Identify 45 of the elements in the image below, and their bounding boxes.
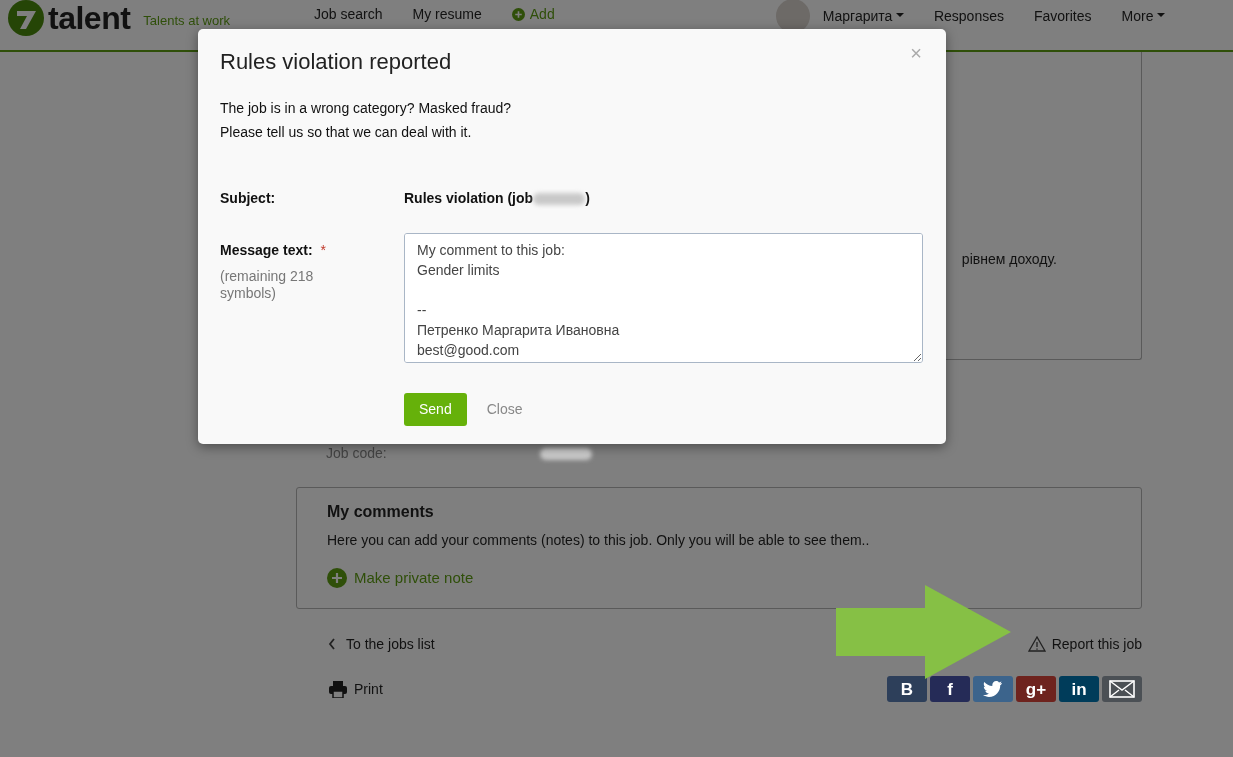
- chevron-left-icon: [328, 638, 336, 651]
- description-text: рівнем доходу.: [961, 250, 1057, 269]
- intro-text: Please tell us so that we can deal with it.: [220, 123, 473, 143]
- tagline: Talents at work: [143, 13, 231, 27]
- plus-icon: [327, 568, 347, 589]
- nav-link[interactable]: My resume: [412, 7, 482, 21]
- intro-text: The job is in a wrong category? Masked fraud?: [220, 99, 513, 119]
- job-code-label: Job code:: [326, 444, 388, 463]
- add-link[interactable]: Add: [511, 7, 555, 21]
- warning-icon: [1027, 636, 1046, 653]
- share-button[interactable]: in: [1059, 676, 1099, 703]
- modal-title: Rules violation reported: [220, 49, 452, 76]
- close-link[interactable]: Close: [476, 393, 533, 427]
- nav-link[interactable]: Favorites: [1033, 9, 1092, 23]
- comments-description: Here you can add your comments (notes) to this job. Only you will be able to see them..: [327, 531, 871, 550]
- nav-link[interactable]: Responses: [933, 9, 1004, 23]
- send-button[interactable]: Send: [404, 393, 467, 427]
- plus-icon: [511, 7, 525, 21]
- message-field[interactable]: My comment to this job: Gender limits -- Петренко Маргарита Ивановна best@good.com: [404, 233, 923, 364]
- envelope-icon: [1109, 680, 1135, 699]
- subject-value: Rules violation (job: [404, 189, 534, 209]
- comments-title: My comments: [327, 502, 435, 522]
- logo-icon[interactable]: [8, 0, 44, 36]
- share-button[interactable]: [973, 676, 1013, 703]
- blurred-value: [533, 192, 586, 205]
- print-link[interactable]: Print: [329, 680, 383, 698]
- subject-label: Subject:: [220, 189, 277, 209]
- private-note-link[interactable]: Make private note: [327, 567, 474, 590]
- remaining-count: (remaining 218 symbols): [220, 268, 315, 303]
- back-link[interactable]: To the jobs list: [328, 637, 435, 652]
- user-menu[interactable]: Маргарита: [822, 9, 904, 23]
- more-menu[interactable]: More: [1121, 9, 1165, 23]
- printer-icon: [329, 680, 347, 698]
- subject-suffix: ): [585, 189, 590, 209]
- share-button[interactable]: g+: [1016, 676, 1056, 703]
- share-button[interactable]: [1102, 676, 1142, 703]
- brand-name[interactable]: talent: [48, 2, 131, 34]
- report-link[interactable]: Report this job: [1027, 636, 1142, 653]
- message-label: Message text:: [220, 241, 313, 261]
- bird-icon: [983, 680, 1003, 698]
- share-button[interactable]: B: [887, 676, 927, 703]
- share-button[interactable]: f: [930, 676, 970, 703]
- nav-link[interactable]: Job search: [314, 7, 383, 21]
- blurred-value: [540, 447, 592, 460]
- required-mark: *: [320, 241, 327, 261]
